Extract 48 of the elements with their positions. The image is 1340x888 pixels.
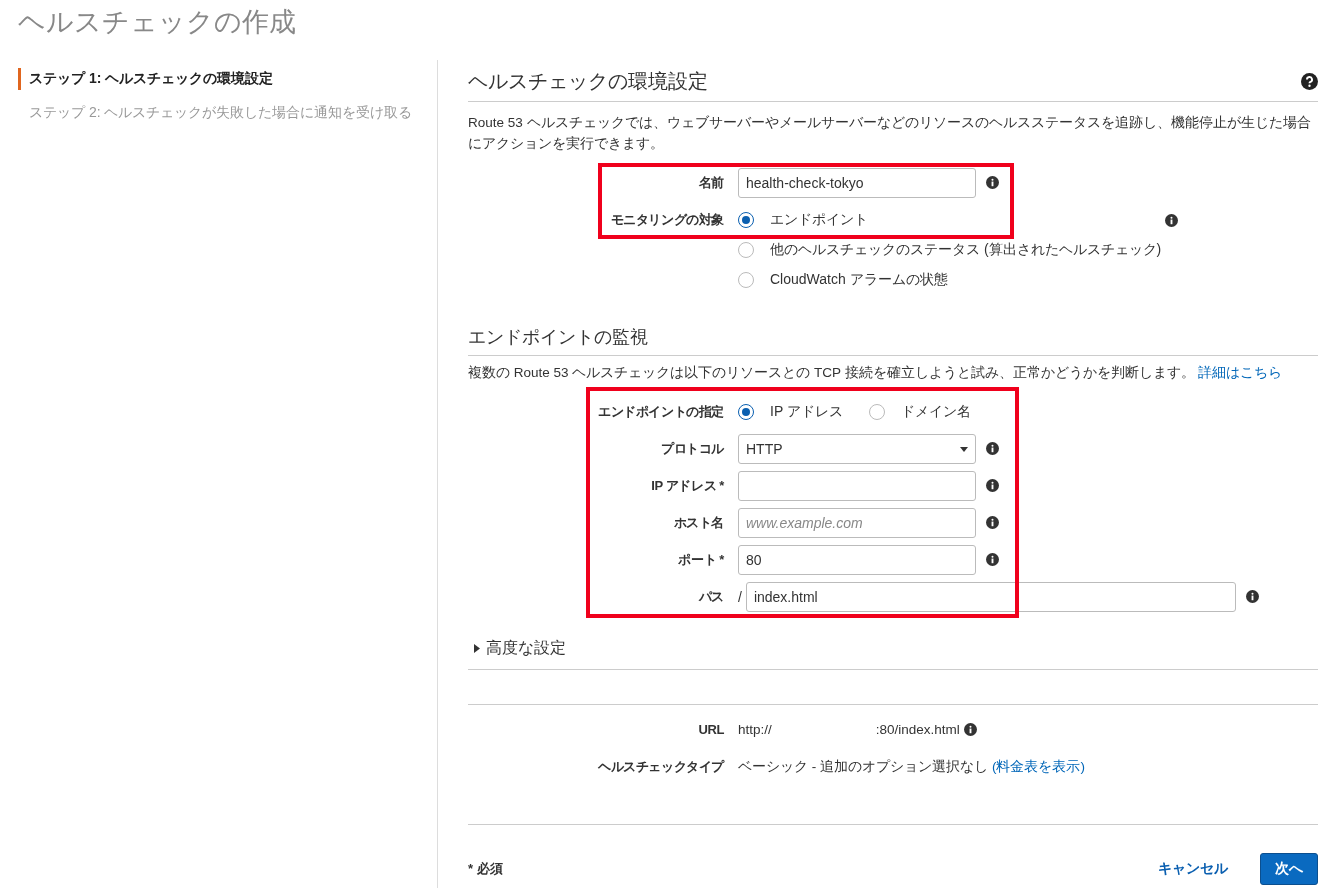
info-icon[interactable]: [986, 176, 999, 189]
info-icon[interactable]: [986, 553, 999, 566]
field-label: ヘルスチェックタイプ: [597, 758, 726, 776]
field-label: エンドポイントの指定: [597, 403, 725, 421]
field-label: ホスト名: [672, 514, 725, 532]
info-icon[interactable]: [986, 442, 999, 455]
info-icon[interactable]: [986, 479, 999, 492]
section-heading: ヘルスチェックの環境設定: [468, 69, 708, 94]
type-value: ベーシック - 追加のオプション選択なし: [738, 758, 988, 776]
info-icon[interactable]: [1245, 590, 1259, 603]
field-label: モニタリングの対象: [609, 211, 725, 229]
field-label: URL: [697, 721, 725, 739]
advanced-settings-toggle[interactable]: 高度な設定: [486, 638, 566, 659]
field-label: パス: [697, 588, 725, 606]
required-note: * 必須: [468, 860, 503, 878]
url-end: :80/index.html: [875, 721, 960, 739]
text-field[interactable]: www.example.com: [738, 508, 976, 538]
path-field[interactable]: index.html: [745, 582, 1236, 612]
pricing-link[interactable]: (料金表を表示): [991, 759, 1085, 774]
section-description: Route 53 ヘルスチェックでは、ウェブサーバーやメールサーバーなどのリソースのヘルスステータスを追跡し、機能停止が生じた場合にアクションを実行できます。: [468, 114, 1312, 153]
info-icon[interactable]: [1165, 213, 1178, 227]
radio-label: エンドポイント: [770, 211, 868, 229]
info-icon[interactable]: [963, 723, 977, 736]
learn-more-link[interactable]: 詳細はこちら: [1198, 365, 1283, 380]
protocol-dropdown[interactable]: HTTP: [738, 434, 976, 464]
field-label: IP アドレス *: [650, 477, 725, 495]
step-link[interactable]: ステップ 1: ヘルスチェックの環境設定: [18, 68, 437, 90]
section-description: 複数の Route 53 ヘルスチェックは以下のリソースとの TCP 接続を確立しようと試み、正常かどうかを判断します。: [468, 365, 1195, 380]
field-label: プロトコル: [660, 440, 725, 458]
radio-label: ドメイン名: [900, 403, 971, 421]
text-field[interactable]: [738, 471, 976, 501]
caret-icon: [960, 446, 968, 452]
help-icon[interactable]: [1301, 73, 1318, 90]
text-field[interactable]: health-check-tokyo: [738, 168, 976, 198]
text-field[interactable]: 80: [738, 545, 976, 575]
radio-label: CloudWatch アラームの状態: [770, 271, 948, 289]
radio-label: IP アドレス: [770, 403, 843, 421]
page-title: ヘルスチェックの作成: [18, 6, 297, 39]
info-icon[interactable]: [986, 516, 999, 529]
expand-triangle-icon[interactable]: [474, 644, 480, 653]
path-prefix: /: [738, 588, 742, 607]
section-heading: エンドポイントの監視: [468, 326, 648, 349]
radio-label: 他のヘルスチェックのステータス (算出されたヘルスチェック): [770, 241, 1162, 259]
url-start: http://: [738, 721, 772, 739]
field-label: ポート *: [677, 551, 725, 569]
cancel-button[interactable]: キャンセル: [1152, 859, 1234, 879]
field-label: 名前: [697, 174, 725, 192]
next-button[interactable]: 次へ: [1260, 853, 1318, 885]
